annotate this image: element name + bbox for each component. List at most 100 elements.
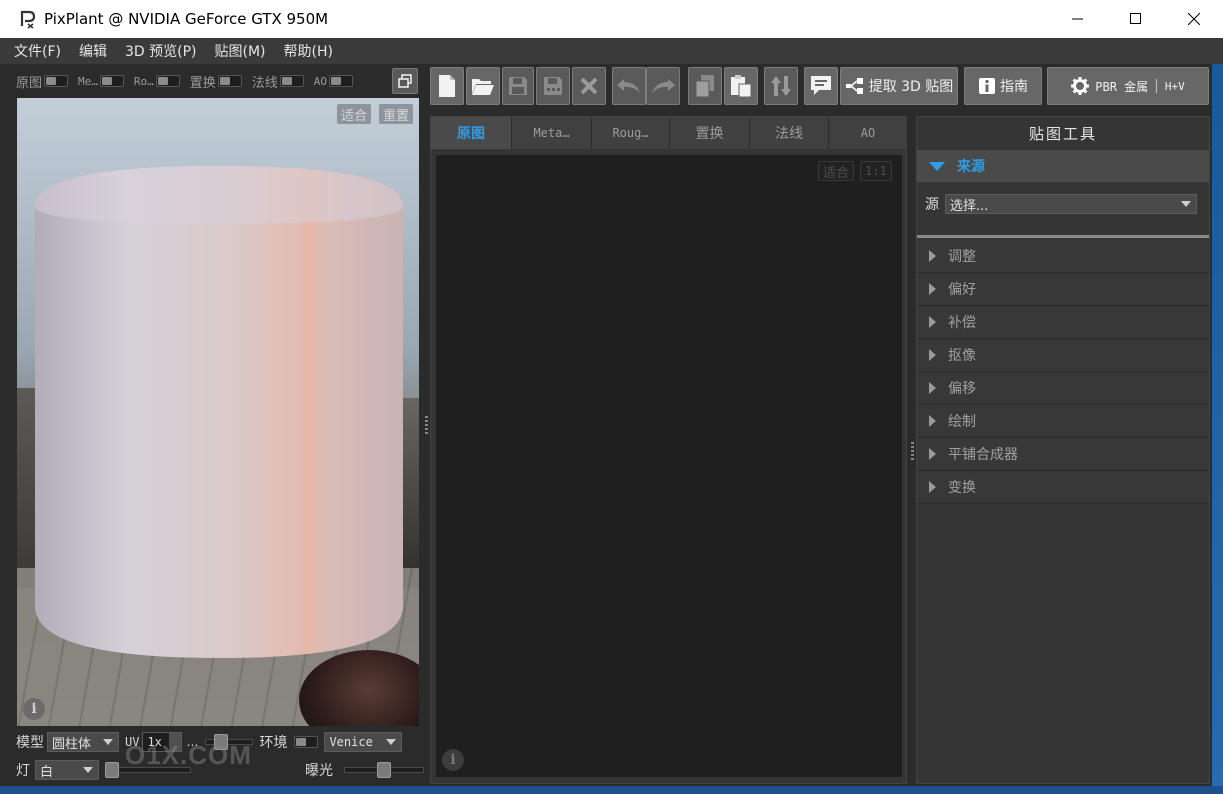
section-label: 补偿 (948, 315, 976, 331)
tab-ao[interactable]: AO (829, 117, 908, 149)
redo-button[interactable] (646, 67, 680, 105)
swap-button[interactable] (764, 67, 798, 105)
cylinder-model (35, 166, 403, 658)
save-as-button[interactable] (536, 67, 570, 105)
chevron-right-icon (929, 316, 936, 328)
undo-button[interactable] (612, 67, 646, 105)
menu-3d-preview[interactable]: 3D 预览(P) (123, 41, 199, 61)
tab-original[interactable]: 原图 (431, 117, 512, 149)
section-preferences[interactable]: 偏好 (917, 273, 1209, 306)
section-cutout[interactable]: 抠像 (917, 339, 1209, 372)
chevron-right-icon (929, 382, 936, 394)
section-transform[interactable]: 变换 (917, 471, 1209, 504)
close-icon (580, 77, 598, 95)
open-button[interactable] (466, 67, 500, 105)
section-paint[interactable]: 绘制 (917, 405, 1209, 438)
pbr-metal-button[interactable]: PBR 金属 | H+V (1047, 67, 1209, 105)
new-button[interactable] (430, 67, 464, 105)
light-select[interactable]: 白 (35, 760, 99, 780)
toggle-metallic[interactable] (99, 75, 124, 87)
pbr-label: PBR 金属 (1095, 79, 1149, 94)
copy-icon (695, 75, 714, 98)
menu-maps[interactable]: 贴图(M) (213, 41, 268, 61)
env-label: 环境 (259, 735, 288, 751)
info-icon[interactable]: i (23, 698, 45, 720)
viewport-fit-button[interactable]: 适合 (337, 104, 372, 124)
tab-displacement[interactable]: 置换 (670, 117, 750, 149)
env-select[interactable]: Venice (324, 732, 403, 752)
toggle-roughness[interactable] (155, 75, 180, 87)
section-compensate[interactable]: 补偿 (917, 306, 1209, 339)
minimize-button[interactable] (1049, 0, 1107, 38)
left-splitter-handle[interactable] (425, 416, 428, 434)
canvas-one-to-one-button[interactable]: 1:1 (860, 161, 892, 181)
map-toggle-row: 原图 Me… Ro… 置换 法线 AO (16, 70, 363, 92)
extract-3d-maps-button[interactable]: 提取 3D 贴图 (840, 67, 958, 105)
toggle-label-displacement: 置换 (189, 75, 216, 91)
swap-icon (771, 76, 791, 96)
section-label: 绘制 (948, 414, 976, 430)
guide-label: 指南 (1000, 79, 1028, 95)
menu-edit[interactable]: 编辑 (77, 41, 109, 61)
section-label: 偏好 (948, 282, 976, 298)
3d-viewport[interactable]: 适合 重置 i (17, 98, 419, 726)
chevron-right-icon (929, 349, 936, 361)
toggle-label-original: 原图 (16, 75, 43, 91)
chevron-down-icon (1181, 201, 1191, 207)
light-label: 灯 (16, 763, 30, 779)
env-toggle[interactable] (294, 736, 319, 748)
viewport-reset-button[interactable]: 重置 (379, 104, 414, 124)
guide-button[interactable]: 指南 (964, 67, 1042, 105)
toggle-label-metallic: Me… (78, 74, 98, 88)
detach-icon (398, 74, 412, 88)
map-editor-panel: 原图 Meta… Roug… 置换 法线 AO 适合 1:1 i (430, 116, 908, 784)
tab-roughness[interactable]: Roug… (592, 117, 670, 149)
section-label: 平铺合成器 (948, 447, 1018, 463)
undo-icon (617, 79, 640, 93)
model-select[interactable]: 圆柱体 (47, 732, 119, 752)
chevron-right-icon (929, 481, 936, 493)
source-value: 选择... (950, 198, 989, 214)
new-file-icon (439, 75, 455, 97)
tab-metallic[interactable]: Meta… (512, 117, 592, 149)
comment-button[interactable] (804, 67, 838, 105)
section-offset[interactable]: 偏移 (917, 372, 1209, 405)
tab-normal[interactable]: 法线 (750, 117, 829, 149)
maximize-button[interactable] (1107, 0, 1165, 38)
menu-help[interactable]: 帮助(H) (282, 41, 335, 61)
exposure-slider-handle[interactable] (377, 762, 391, 778)
section-tile-synthesizer[interactable]: 平铺合成器 (917, 438, 1209, 471)
detach-preview-button[interactable] (392, 68, 418, 94)
toggle-normal[interactable] (279, 75, 304, 87)
menu-file[interactable]: 文件(F) (12, 41, 63, 61)
section-adjust[interactable]: 调整 (917, 240, 1209, 273)
info-icon (979, 78, 995, 94)
extract-icon (845, 78, 863, 94)
copy-button[interactable] (688, 67, 722, 105)
toggle-ao[interactable] (329, 75, 354, 87)
toggle-displacement[interactable] (217, 75, 242, 87)
paste-button[interactable] (724, 67, 758, 105)
open-folder-icon (472, 79, 494, 95)
map-tools-panel: 贴图工具 来源 源 选择... 调整 偏好 补偿 抠像 偏移 绘制 平铺合成器 … (916, 116, 1210, 784)
exposure-slider[interactable] (344, 762, 424, 778)
model-value: 圆柱体 (52, 736, 92, 752)
source-select[interactable]: 选择... (945, 194, 1197, 214)
chevron-down-icon (929, 161, 945, 171)
menu-bar: 文件(F) 编辑 3D 预览(P) 贴图(M) 帮助(H) (0, 38, 1223, 64)
extract-label: 提取 3D 贴图 (868, 79, 954, 95)
exposure-label: 曝光 (305, 763, 333, 779)
light-slider-handle[interactable] (105, 762, 119, 778)
map-canvas[interactable]: 适合 1:1 i (436, 155, 902, 777)
redo-icon (652, 79, 675, 93)
toggle-original[interactable] (44, 75, 69, 87)
close-window-button[interactable] (1165, 0, 1223, 38)
save-icon (509, 77, 527, 95)
section-source-header[interactable]: 来源 (917, 150, 1209, 182)
canvas-info-icon[interactable]: i (442, 749, 464, 771)
save-button[interactable] (502, 67, 534, 105)
canvas-fit-button[interactable]: 适合 (818, 161, 855, 181)
section-label: 抠像 (948, 348, 976, 364)
close-file-button[interactable] (572, 67, 606, 105)
right-splitter-handle[interactable] (911, 442, 914, 460)
